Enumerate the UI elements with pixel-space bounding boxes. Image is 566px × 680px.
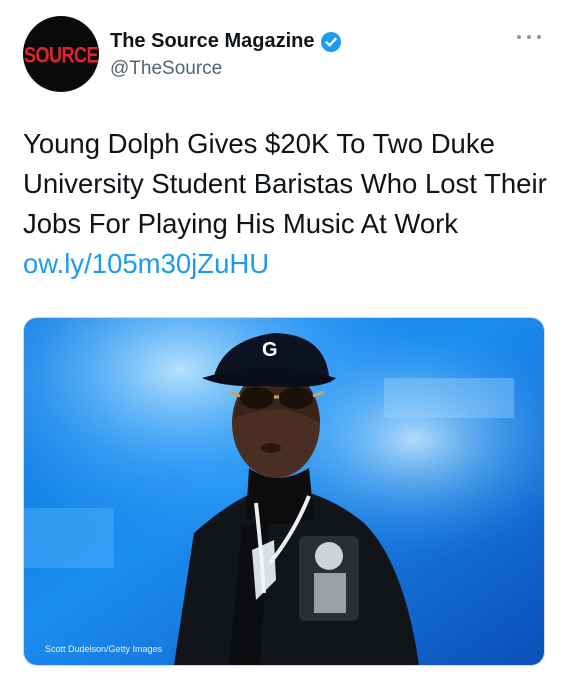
more-horizontal-icon[interactable]	[517, 30, 541, 44]
photo-credit: Scott Dudelson/Getty Images	[45, 644, 163, 654]
photo-artist-on-stage: G	[24, 318, 544, 665]
display-name[interactable]: The Source Magazine	[110, 30, 315, 53]
author-name-row: The Source Magazine	[110, 30, 342, 53]
tweet-text: Young Dolph Gives $20K To Two Duke Unive…	[23, 124, 548, 284]
avatar-logo: SOURCE	[23, 42, 99, 68]
handle[interactable]: @TheSource	[110, 58, 222, 80]
tweet-media-image[interactable]: G Scott Dudelson/Getty Images	[23, 317, 545, 666]
cap-logo: G	[262, 339, 278, 361]
tweet-link[interactable]: ow.ly/105m30jZuHU	[23, 248, 269, 279]
tweet-body: Young Dolph Gives $20K To Two Duke Unive…	[23, 128, 547, 239]
avatar[interactable]: SOURCE	[23, 16, 99, 92]
verified-badge-icon	[320, 31, 342, 53]
